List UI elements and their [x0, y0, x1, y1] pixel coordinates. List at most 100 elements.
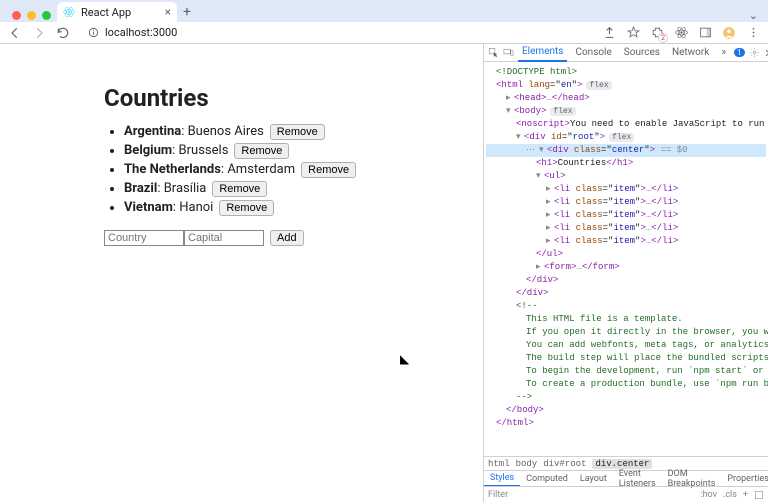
inspect-icon[interactable]	[488, 47, 499, 59]
dom-noscript[interactable]: <noscript>You need to enable JavaScript …	[486, 118, 766, 131]
styles-tab-layout[interactable]: Layout	[574, 474, 613, 484]
new-style-rule-icon[interactable]: +	[743, 490, 748, 500]
kebab-menu-icon[interactable]	[746, 26, 760, 40]
device-toolbar-icon[interactable]	[503, 47, 514, 59]
list-item: Vietnam: HanoiRemove	[124, 200, 483, 216]
extensions-icon[interactable]: 2	[650, 26, 664, 40]
dom-ul-close[interactable]: </ul>	[486, 248, 766, 261]
crumb[interactable]: body	[516, 459, 538, 469]
crumb-active[interactable]: div.center	[592, 459, 652, 469]
maximize-window-icon[interactable]	[42, 11, 51, 20]
bookmark-star-icon[interactable]	[626, 26, 640, 40]
dom-ul-open[interactable]: ▾<ul>	[486, 170, 766, 183]
devtools-tab-console[interactable]: Console	[571, 47, 615, 58]
tabstrip-chevron-icon[interactable]: ⌄	[739, 9, 768, 22]
devtools-close-icon[interactable]	[764, 47, 768, 59]
gear-icon[interactable]	[749, 47, 760, 59]
reload-button[interactable]	[56, 26, 70, 40]
tab-close-icon[interactable]: ×	[165, 5, 171, 19]
country-name: The Netherlands	[124, 162, 221, 177]
devtools-tab-network[interactable]: Network	[668, 47, 713, 58]
country-name: Argentina	[124, 124, 181, 139]
share-icon[interactable]	[602, 26, 616, 40]
dom-comment-line: To create a production bundle, use `npm …	[486, 378, 766, 391]
forward-button[interactable]	[32, 26, 46, 40]
list-item: The Netherlands: AmsterdamRemove	[124, 162, 483, 178]
crumb[interactable]: div#root	[543, 459, 586, 469]
dom-head[interactable]: ▸<head>…</head>	[486, 92, 766, 105]
side-panel-icon[interactable]	[698, 26, 712, 40]
country-input[interactable]	[104, 230, 184, 246]
issue-count-badge[interactable]: 1	[734, 48, 745, 57]
dom-li[interactable]: ▸<li class="item">…</li>	[486, 183, 766, 196]
devtools-tabstrip: Elements Console Sources Network » 1	[484, 44, 768, 62]
cls-toggle[interactable]: .cls	[723, 490, 737, 500]
dom-body-open[interactable]: ▾<body>flex	[486, 105, 766, 118]
capital-name: Hanoi	[179, 200, 213, 215]
styles-tab-computed[interactable]: Computed	[520, 474, 574, 484]
devtools-tab-more[interactable]: »	[717, 47, 730, 58]
dom-li[interactable]: ▸<li class="item">…</li>	[486, 209, 766, 222]
back-button[interactable]	[8, 26, 22, 40]
remove-button[interactable]: Remove	[301, 162, 356, 178]
country-name: Vietnam	[124, 200, 173, 215]
styles-filter-row: Filter :hov .cls +	[484, 486, 768, 502]
dom-center-open[interactable]: ⋯▾<div class="center"> == $0	[486, 144, 766, 157]
close-window-icon[interactable]	[12, 11, 21, 20]
dom-li[interactable]: ▸<li class="item">…</li>	[486, 235, 766, 248]
capital-input[interactable]	[184, 230, 264, 246]
list-item: Argentina: Buenos AiresRemove	[124, 124, 483, 140]
page-heading: Countries	[104, 84, 483, 112]
browser-tab[interactable]: React App ×	[57, 2, 177, 22]
profile-avatar-icon[interactable]	[722, 26, 736, 40]
extension-badge-count: 2	[658, 33, 668, 43]
tabstrip: React App × + ⌄	[0, 0, 768, 22]
site-info-icon[interactable]	[88, 27, 99, 38]
crumb[interactable]: html	[488, 459, 510, 469]
devtools-tab-elements[interactable]: Elements	[518, 44, 567, 62]
dom-comment-line: -->	[486, 391, 766, 404]
styles-tab-properties[interactable]: Properties	[721, 474, 768, 484]
dom-li[interactable]: ▸<li class="item">…</li>	[486, 222, 766, 235]
remove-button[interactable]: Remove	[212, 181, 267, 197]
styles-filter-input[interactable]: Filter	[488, 490, 694, 500]
dom-form[interactable]: ▸<form>…</form>	[486, 261, 766, 274]
add-button[interactable]: Add	[270, 230, 304, 246]
cursor-icon: ◣	[400, 352, 409, 366]
minimize-window-icon[interactable]	[27, 11, 36, 20]
react-favicon-icon	[63, 6, 75, 18]
remove-button[interactable]: Remove	[219, 200, 274, 216]
address-bar[interactable]: localhost:3000	[80, 25, 592, 41]
dom-center-close[interactable]: </div>	[486, 274, 766, 287]
dom-body-close[interactable]: </body>	[486, 404, 766, 417]
styles-tab-styles[interactable]: Styles	[484, 471, 520, 487]
styles-pane-menu-icon[interactable]	[754, 490, 764, 500]
tab-title: React App	[81, 6, 131, 19]
countries-list: Argentina: Buenos AiresRemove Belgium: B…	[104, 124, 483, 216]
list-item: Belgium: BrusselsRemove	[124, 143, 483, 159]
dom-li[interactable]: ▸<li class="item">…</li>	[486, 196, 766, 209]
toolbar-right: 2	[602, 26, 760, 40]
dom-tree[interactable]: <!DOCTYPE html> <html lang="en">flex ▸<h…	[484, 62, 768, 456]
dom-comment-line: To begin the development, run `npm start…	[486, 365, 766, 378]
dom-html-open[interactable]: <html lang="en">flex	[486, 79, 766, 92]
browser-toolbar: localhost:3000 2	[0, 22, 768, 44]
url-text: localhost:3000	[105, 26, 177, 39]
dom-root-open[interactable]: ▾<div id="root">flex	[486, 131, 766, 144]
dom-root-close[interactable]: </div>	[486, 287, 766, 300]
hov-toggle[interactable]: :hov	[700, 490, 717, 500]
dom-html-close[interactable]: </html>	[486, 417, 766, 430]
dom-comment-line: If you open it directly in the browser, …	[486, 326, 766, 339]
react-devtools-icon[interactable]	[674, 26, 688, 40]
capital-name: Brussels	[179, 143, 229, 158]
devtools-panel: Elements Console Sources Network » 1 <!D…	[483, 44, 768, 502]
remove-button[interactable]: Remove	[270, 124, 325, 140]
dom-comment-line: You can add webfonts, meta tags, or anal…	[486, 339, 766, 352]
dom-h1[interactable]: <h1>Countries</h1>	[486, 157, 766, 170]
list-item: Brazil: BrasíliaRemove	[124, 181, 483, 197]
remove-button[interactable]: Remove	[234, 143, 289, 159]
new-tab-button[interactable]: +	[177, 2, 197, 22]
devtools-tab-sources[interactable]: Sources	[620, 47, 664, 58]
dom-comment-line: <!--	[486, 300, 766, 313]
add-form: Add	[104, 230, 483, 246]
